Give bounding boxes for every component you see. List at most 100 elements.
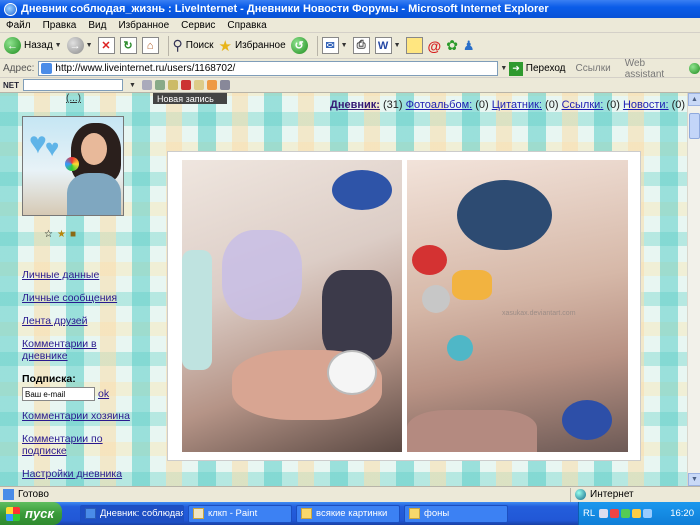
nav-photoalbum-link[interactable]: Фотоальбом: bbox=[406, 99, 473, 111]
go-arrow-icon[interactable]: ➜ bbox=[509, 61, 523, 76]
task-label: клкп - Paint bbox=[208, 508, 258, 519]
nav-news-count: (0) bbox=[671, 99, 686, 111]
home-button[interactable]: ⌂ bbox=[141, 35, 159, 57]
menu-edit[interactable]: Правка bbox=[37, 20, 83, 31]
menu-file[interactable]: Файл bbox=[0, 20, 37, 31]
scroll-up-button[interactable]: ▲ bbox=[688, 93, 700, 106]
clock[interactable]: 16:20 bbox=[670, 508, 694, 519]
menu-view[interactable]: Вид bbox=[82, 20, 112, 31]
sidebar-subscription-comments[interactable]: Комментарии по подписке bbox=[22, 433, 132, 457]
photo-right[interactable]: xasukax.deviantart.com bbox=[407, 160, 628, 452]
heart-icon[interactable] bbox=[180, 80, 191, 90]
coins-icon[interactable] bbox=[167, 80, 178, 90]
nav-diary-link[interactable]: Дневник: bbox=[330, 99, 380, 111]
mail-icon[interactable] bbox=[219, 80, 230, 90]
edit-button[interactable]: W ▼ bbox=[374, 35, 401, 57]
favorites-button[interactable]: ★ Избранное bbox=[219, 35, 286, 57]
star-icon[interactable] bbox=[206, 80, 217, 90]
sidebar-personal-messages[interactable]: Личные сообщения bbox=[22, 292, 132, 304]
start-button[interactable]: пуск bbox=[0, 502, 62, 525]
links-label[interactable]: Ссылки bbox=[576, 63, 611, 74]
search-label: Поиск bbox=[185, 40, 214, 51]
note-icon bbox=[405, 37, 423, 54]
start-label: пуск bbox=[25, 506, 54, 521]
page-scrollbar[interactable]: ▲ ▼ bbox=[687, 93, 700, 486]
refresh-button[interactable]: ↻ bbox=[119, 35, 137, 57]
star-icon: ☆ bbox=[44, 229, 53, 240]
sidebar-diary-comments[interactable]: Комментарии в дневнике bbox=[22, 338, 132, 362]
back-button[interactable]: ← Назад ▼ bbox=[4, 35, 62, 57]
address-label: Адрес: bbox=[3, 63, 35, 74]
cloud-icon[interactable] bbox=[193, 80, 204, 90]
taskbar-item-paint[interactable]: клкп - Paint bbox=[188, 504, 292, 523]
blue-flower-shape bbox=[562, 400, 612, 440]
window-title-bar[interactable]: Дневник соблюдая_жизнь : LiveInternet - … bbox=[0, 0, 700, 18]
photo-left[interactable] bbox=[182, 160, 402, 452]
paint-icon bbox=[193, 508, 204, 519]
go-button[interactable]: Переход bbox=[526, 63, 566, 74]
internet-explorer-icon bbox=[85, 508, 96, 519]
subscribe-ok-button[interactable]: ok bbox=[98, 388, 109, 400]
notes-button[interactable] bbox=[405, 35, 423, 57]
menu-tools[interactable]: Сервис bbox=[175, 20, 221, 31]
new-post-tab[interactable]: Новая запись bbox=[153, 93, 227, 104]
nav-links-link[interactable]: Ссылки: bbox=[562, 99, 604, 111]
email-at-button[interactable]: @ bbox=[428, 35, 442, 57]
chart-icon[interactable] bbox=[154, 80, 165, 90]
avatar-face bbox=[81, 133, 107, 165]
nav-news-link[interactable]: Новости: bbox=[623, 99, 669, 111]
page-icon bbox=[41, 63, 53, 74]
gift-icon[interactable]: ■ bbox=[70, 229, 76, 240]
address-input[interactable]: http://www.liveinternet.ru/users/1168702… bbox=[38, 61, 499, 76]
refresh-icon: ↻ bbox=[119, 37, 137, 54]
window-title: Дневник соблюдая_жизнь : LiveInternet - … bbox=[21, 3, 549, 15]
toolbar: ← Назад ▼ → ▼ ✕ ↻ ⌂ ⚲ Поиск ★ Избранное … bbox=[0, 33, 700, 59]
stop-button[interactable]: ✕ bbox=[97, 35, 115, 57]
sidebar-diary-settings[interactable]: Настройки дневника bbox=[22, 468, 132, 480]
chevron-down-icon: ▼ bbox=[54, 42, 62, 49]
language-indicator[interactable]: RL bbox=[583, 508, 595, 519]
scroll-thumb[interactable] bbox=[689, 113, 700, 139]
tray-icon[interactable] bbox=[610, 509, 620, 518]
subscribe-email-field[interactable]: Ваш e-mail bbox=[22, 387, 95, 401]
tray-icon[interactable] bbox=[621, 509, 631, 518]
mail-button[interactable]: ✉ ▼ bbox=[321, 35, 348, 57]
menu-help[interactable]: Справка bbox=[221, 20, 272, 31]
toolbar-search-input[interactable] bbox=[23, 79, 123, 91]
history-button[interactable]: ↺ bbox=[290, 35, 308, 57]
tray-icon[interactable] bbox=[599, 509, 609, 518]
butterfly-shape bbox=[222, 230, 302, 320]
sidebar-personal-data[interactable]: Личные данные bbox=[22, 269, 132, 281]
user-info-icons: ☆ ★ ■ bbox=[44, 229, 76, 240]
taskbar-item-ie[interactable]: Дневник: соблюдая_... bbox=[80, 504, 184, 523]
forward-button[interactable]: → ▼ bbox=[66, 35, 93, 57]
tray-icon[interactable] bbox=[632, 509, 642, 518]
chevron-down-icon[interactable]: ▼ bbox=[129, 82, 136, 89]
user-avatar[interactable]: ♥ ♥ bbox=[22, 116, 124, 216]
top-ellipsis-link[interactable]: (...) bbox=[66, 93, 81, 104]
icq-button[interactable]: ✿ bbox=[446, 35, 458, 57]
menu-favorites[interactable]: Избранное bbox=[112, 20, 175, 31]
system-tray: RL 16:20 bbox=[578, 502, 700, 525]
scroll-down-button[interactable]: ▼ bbox=[688, 473, 700, 486]
web-assistant-icon[interactable] bbox=[689, 63, 700, 74]
address-dropdown-icon[interactable]: ▼ bbox=[500, 65, 507, 72]
taskbar-item-folder-pictures[interactable]: всякие картинки bbox=[296, 504, 400, 523]
print-button[interactable]: ⎙ bbox=[352, 35, 370, 57]
sidebar-friends-feed[interactable]: Лента друзей bbox=[22, 315, 132, 327]
taskbar-item-folder-backgrounds[interactable]: фоны bbox=[404, 504, 508, 523]
volume-icon[interactable] bbox=[643, 509, 653, 518]
page-icon bbox=[3, 489, 14, 500]
sidebar-owner-comments[interactable]: Комментарии хозяина bbox=[22, 410, 132, 422]
search-button[interactable]: ⚲ Поиск bbox=[173, 35, 214, 57]
post-photo-frame: xasukax.deviantart.com bbox=[167, 151, 641, 461]
stop-icon: ✕ bbox=[97, 37, 115, 54]
g-icon[interactable] bbox=[141, 80, 152, 90]
nav-quotes-link[interactable]: Цитатник: bbox=[492, 99, 542, 111]
bead-shape bbox=[447, 335, 473, 361]
web-assistant-label[interactable]: Web assistant bbox=[625, 58, 686, 80]
history-icon: ↺ bbox=[290, 37, 308, 54]
friends-icon[interactable]: ★ bbox=[57, 229, 66, 240]
messenger-button[interactable]: ♟ bbox=[463, 35, 475, 57]
email-placeholder: Ваш e-mail bbox=[25, 389, 66, 399]
